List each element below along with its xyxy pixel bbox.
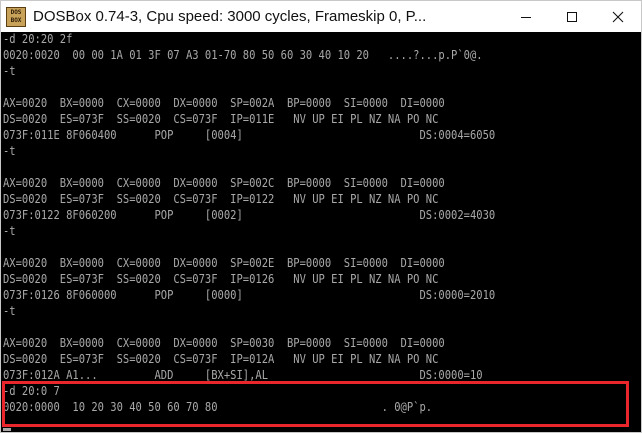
console-line: 0020:0020 00 00 1A 01 3F 07 A3 01-70 80 … [3,48,483,62]
icon-label-top: DOS [10,8,22,16]
console-line: AX=0020 BX=0000 CX=0000 DX=0000 SP=002C … [3,176,445,190]
console-line: AX=0020 BX=0000 CX=0000 DX=0000 SP=0030 … [3,336,445,350]
console-line: -t [3,224,16,238]
console-line: 073F:011E 8F060400 POP [0004] DS:0004=60… [3,128,496,142]
dosbox-window: DOS BOX DOSBox 0.74-3, Cpu speed: 3000 c… [0,0,642,433]
maximize-icon [567,11,577,22]
console-line: AX=0020 BX=0000 CX=0000 DX=0000 SP=002A … [3,96,445,110]
console-line: 073F:0122 8F060200 POP [0002] DS:0002=40… [3,208,496,222]
console-line: 0020:0000 10 20 30 40 50 60 70 80 . 0@P`… [3,400,433,414]
minimize-icon [521,16,531,18]
console-line: -d 20:20 2f [3,32,73,46]
console-line: DS=0020 ES=073F SS=0020 CS=073F IP=011E … [3,112,439,126]
console-line: DS=0020 ES=073F SS=0020 CS=073F IP=012A … [3,352,439,366]
console-line: 073F:012A A1... ADD [BX+SI],AL DS:0000=1… [3,368,483,382]
maximize-button[interactable] [549,1,595,32]
console-line: AX=0020 BX=0000 CX=0000 DX=0000 SP=002E … [3,256,445,270]
window-title: DOSBox 0.74-3, Cpu speed: 3000 cycles, F… [33,8,427,25]
close-icon [612,11,624,22]
dos-console[interactable]: -d 20:20 2f 0020:0020 00 00 1A 01 3F 07 … [1,32,641,432]
window-controls [503,1,641,32]
console-line: -t [3,64,16,78]
console-line: 073F:0126 8F060000 POP [0000] DS:0000=20… [3,288,496,302]
title-bar[interactable]: DOS BOX DOSBox 0.74-3, Cpu speed: 3000 c… [1,1,641,32]
minimize-button[interactable] [503,1,549,32]
console-line: -t [3,144,16,158]
console-line: DS=0020 ES=073F SS=0020 CS=073F IP=0122 … [3,192,439,206]
dosbox-icon: DOS BOX [6,6,26,27]
console-line: -t [3,304,16,318]
console-line: -d 20:0 7 [3,384,60,398]
console-line: DS=0020 ES=073F SS=0020 CS=073F IP=0126 … [3,272,439,286]
text-cursor [3,428,11,431]
icon-label-bottom: BOX [10,16,22,24]
close-button[interactable] [595,1,641,32]
